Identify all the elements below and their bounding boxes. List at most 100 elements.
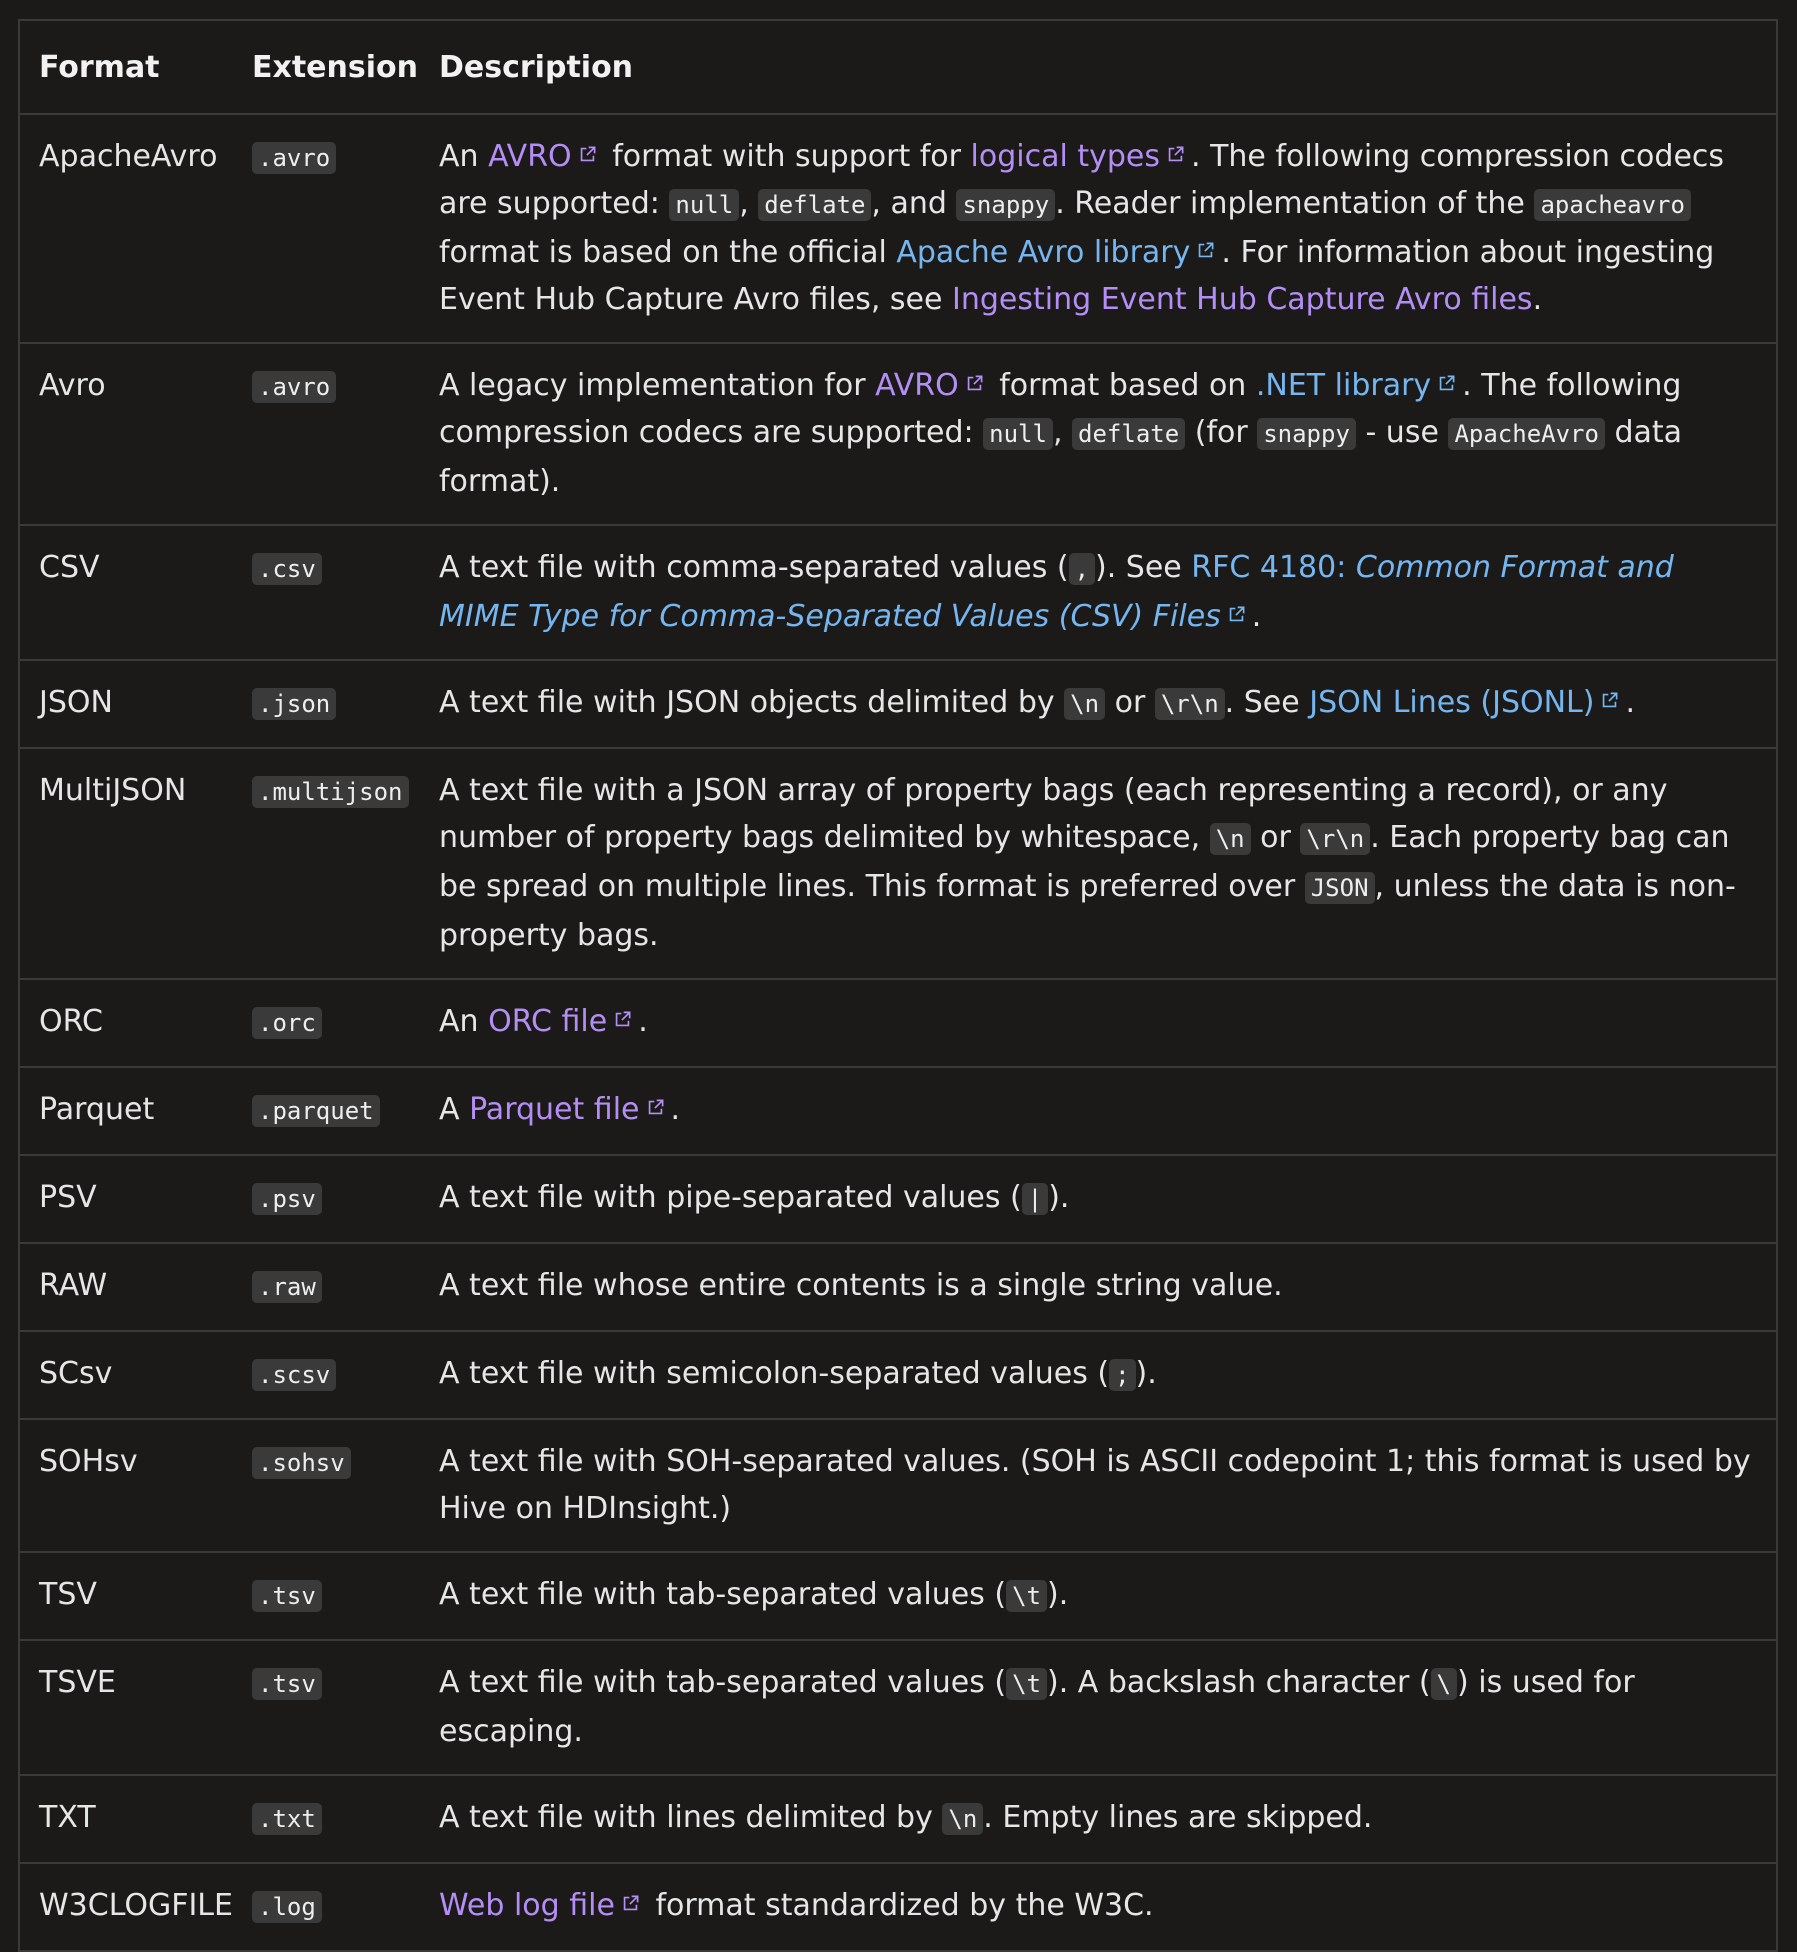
description-cell: An AVRO format with support for logical … xyxy=(428,113,1777,343)
inline-code: \r\n xyxy=(1154,688,1225,720)
extension-code: .tsv xyxy=(252,1668,322,1700)
external-link-icon xyxy=(1166,145,1185,164)
doc-link-label: AVRO xyxy=(488,139,572,174)
external-link-icon xyxy=(613,1010,632,1029)
extension-code: .csv xyxy=(252,553,322,585)
description-cell: A text file with semicolon-separated val… xyxy=(428,1330,1777,1419)
description-text: format with support for xyxy=(602,139,971,174)
extension-code: .raw xyxy=(252,1271,322,1303)
doc-link[interactable]: RFC 4180: xyxy=(1191,550,1356,585)
format-cell: ORC xyxy=(19,978,234,1067)
doc-link[interactable]: JSON Lines (JSONL) xyxy=(1309,685,1625,720)
header-format: Format xyxy=(19,20,234,115)
description-cell: A text file whose entire contents is a s… xyxy=(428,1242,1777,1331)
description-text: A text file whose entire contents is a s… xyxy=(439,1268,1283,1303)
inline-code: \n xyxy=(942,1803,984,1835)
table-row: TSV .tsv A text file with tab-separated va… xyxy=(19,1551,1777,1640)
doc-link[interactable]: logical types xyxy=(971,139,1191,174)
description-text: . xyxy=(670,1092,681,1127)
extension-cell: .tsv xyxy=(234,1551,428,1640)
description-text: . Reader implementation of the xyxy=(1055,186,1535,221)
table-row: ORC .orc An ORC file. xyxy=(19,978,1777,1067)
doc-link-label: ORC file xyxy=(488,1004,608,1039)
description-cell: A legacy implementation for AVRO format … xyxy=(428,342,1777,525)
description-text: . xyxy=(1625,685,1635,720)
inline-code: snappy xyxy=(1257,418,1356,450)
format-cell: SCsv xyxy=(19,1330,234,1419)
extension-cell: .log xyxy=(234,1862,428,1951)
description-cell: A text file with tab-separated values (\… xyxy=(428,1639,1777,1775)
inline-code: \t xyxy=(1006,1580,1047,1612)
description-cell: A text file with SOH-separated values. (… xyxy=(428,1418,1777,1552)
extension-cell: .tsv xyxy=(234,1639,428,1775)
table-row: Avro .avro A legacy implementation for AVR… xyxy=(19,342,1777,525)
extension-code: .tsv xyxy=(252,1580,322,1612)
doc-link[interactable]: Web log file xyxy=(439,1888,646,1923)
format-cell: RAW xyxy=(19,1242,234,1331)
description-text: format based on xyxy=(989,368,1256,403)
description-text: ). A backslash character ( xyxy=(1046,1665,1431,1700)
description-text: ). xyxy=(1046,1577,1069,1612)
doc-link[interactable]: Apache Avro library xyxy=(896,235,1221,270)
description-text: A text file with semicolon-separated val… xyxy=(439,1356,1110,1391)
description-text: A text file with SOH-separated values. (… xyxy=(439,1444,1751,1526)
table-row: Parquet .parquet A Parquet file. xyxy=(19,1066,1777,1155)
doc-link-label: Ingesting Event Hub Capture Avro files xyxy=(952,282,1533,317)
external-link-icon xyxy=(1196,241,1215,260)
extension-cell: .json xyxy=(234,659,428,748)
inline-code: , xyxy=(1068,553,1096,585)
table-row: ApacheAvro .avro An AVRO format with suppo… xyxy=(19,113,1777,343)
inline-code: deflate xyxy=(1072,418,1186,450)
description-text: - use xyxy=(1355,415,1449,450)
extension-code: .avro xyxy=(252,142,337,174)
doc-link-label: .NET library xyxy=(1255,368,1432,403)
doc-link[interactable]: AVRO xyxy=(875,368,990,403)
doc-link-label: JSON Lines (JSONL) xyxy=(1309,685,1595,720)
description-text: format standardized by the W3C. xyxy=(645,1888,1154,1923)
table-row: W3CLOGFILE .log Web log file format standa… xyxy=(19,1862,1777,1951)
description-text: ). xyxy=(1048,1180,1070,1215)
description-text: . Empty lines are skipped. xyxy=(983,1800,1373,1835)
doc-link[interactable]: ORC file xyxy=(488,1004,638,1039)
extension-cell: .txt xyxy=(234,1774,428,1863)
table-row: RAW .raw A text file whose entire contents… xyxy=(19,1242,1777,1331)
table-row: TSVE .tsv A text file with tab-separated v… xyxy=(19,1639,1777,1775)
extension-cell: .psv xyxy=(234,1154,428,1243)
description-cell: A text file with pipe-separated values (… xyxy=(428,1154,1777,1243)
doc-link-label: Web log file xyxy=(439,1888,615,1923)
description-text: ). See xyxy=(1095,550,1192,585)
description-text: format is based on the official xyxy=(439,235,897,270)
table-row: MultiJSON .multijson A text file with a JS… xyxy=(19,747,1777,979)
extension-code: .psv xyxy=(252,1183,322,1215)
format-cell: PSV xyxy=(19,1154,234,1243)
description-cell: Web log file format standardized by the … xyxy=(428,1862,1777,1951)
doc-link-label: Apache Avro library xyxy=(896,235,1191,270)
table-body: ApacheAvro .avro An AVRO format with suppo… xyxy=(19,113,1777,1951)
external-link-icon xyxy=(578,145,597,164)
doc-link[interactable]: AVRO xyxy=(488,139,603,174)
doc-link[interactable]: Parquet file xyxy=(469,1092,670,1127)
extension-cell: .scsv xyxy=(234,1330,428,1419)
extension-code: .json xyxy=(252,688,337,720)
extension-cell: .csv xyxy=(234,524,428,660)
inline-code: snappy xyxy=(956,189,1056,221)
doc-link[interactable]: .NET library xyxy=(1256,368,1462,403)
description-text: A text file with comma-separated values … xyxy=(439,550,1069,585)
description-text: A text file with tab-separated values ( xyxy=(439,1665,1007,1700)
format-cell: CSV xyxy=(19,524,234,660)
extension-code: .txt xyxy=(252,1803,322,1835)
doc-link[interactable]: Ingesting Event Hub Capture Avro files xyxy=(952,282,1533,317)
extension-code: .multijson xyxy=(252,776,409,808)
description-text: (for xyxy=(1185,415,1258,450)
description-cell: A Parquet file. xyxy=(428,1066,1777,1155)
description-text: An xyxy=(439,139,489,174)
doc-link-label: logical types xyxy=(970,139,1160,174)
extension-cell: .parquet xyxy=(234,1066,428,1155)
description-text: An xyxy=(439,1004,489,1039)
extension-code: .scsv xyxy=(252,1359,337,1391)
inline-code: \n xyxy=(1064,688,1106,720)
table-row: PSV .psv A text file with pipe-separated v… xyxy=(19,1154,1777,1243)
description-text: or xyxy=(1105,685,1155,720)
description-text: . xyxy=(1532,282,1543,317)
external-link-icon xyxy=(1227,605,1246,624)
